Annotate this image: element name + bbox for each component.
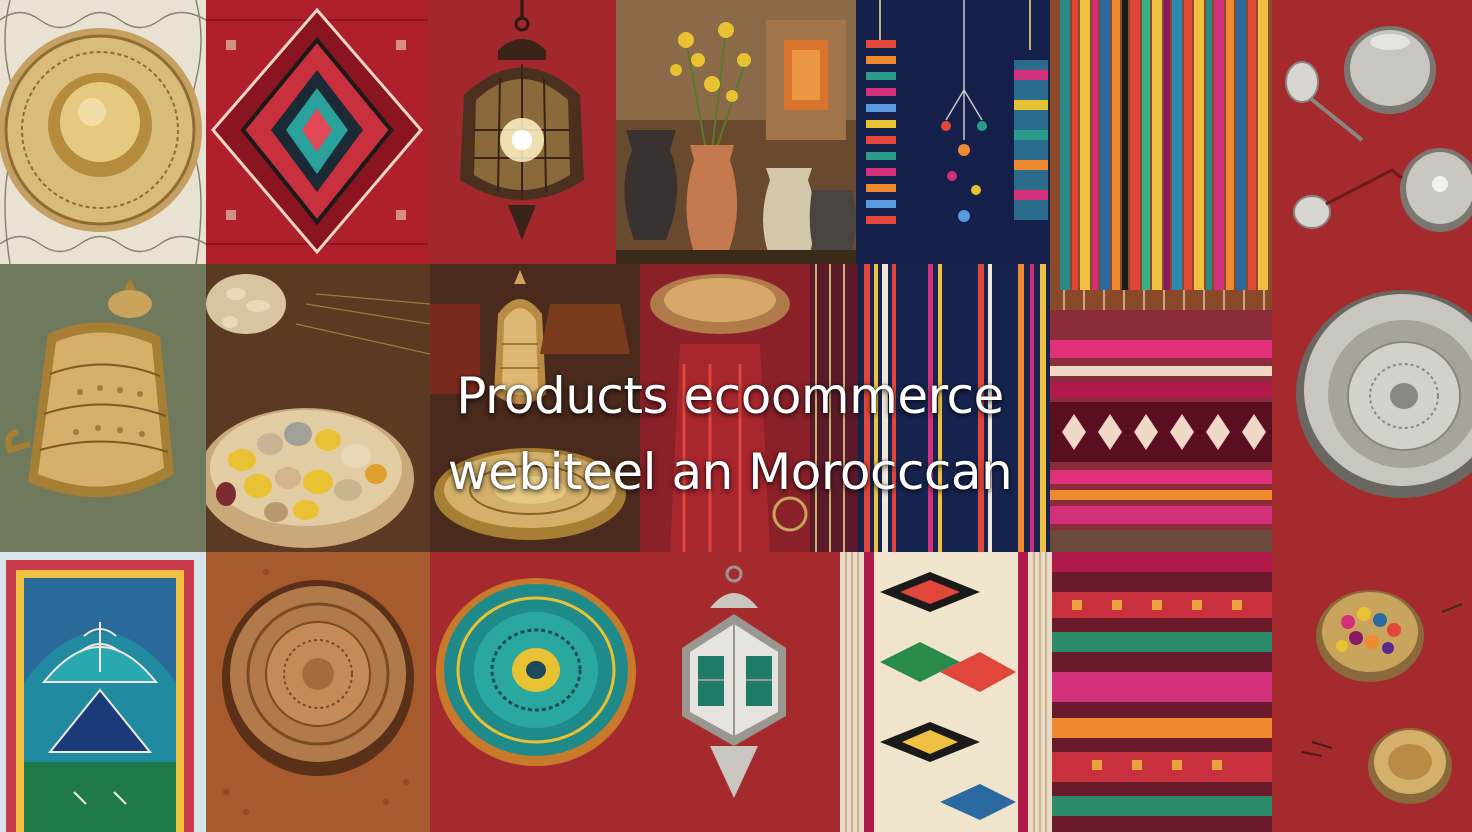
pottery-vases-tile [616,0,856,264]
vase-icon [616,0,856,264]
rug-icon [858,264,1050,552]
spice-bowls-tile [1272,552,1472,832]
silver-bowl-tile [1272,264,1472,552]
tassel-icon [856,0,1050,264]
lantern-icon [428,0,616,264]
brass-tray-tile [0,0,206,264]
pink-woven-rug-tile [1050,310,1272,552]
red-textile-tile [640,264,858,552]
brass-lamps-tile [430,264,640,552]
product-collage: Products ecoommerce webiteel an Moroccca… [0,0,1472,832]
rug-icon [0,552,206,832]
teapot-icon [1272,0,1472,264]
striped-rug-tile [1050,0,1272,310]
spice-bowl-icon [1272,552,1472,832]
woven-basket-tile [206,552,430,832]
brass-tray-icon [0,0,206,264]
lamp-icon [430,264,640,552]
brass-urn-tile [0,264,206,552]
teal-ceramic-plate-tile [430,552,640,832]
fruit-bowl-icon [206,264,430,552]
bowl-icon [1272,264,1472,552]
plate-icon [430,552,640,832]
silver-teaware-tile [1272,0,1472,264]
red-rug-tile [206,0,428,264]
pink-woven-rug-tile [1052,552,1272,832]
basket-icon [206,552,430,832]
rug-icon [1050,0,1272,310]
urn-icon [0,264,206,552]
navy-striped-rug-tile [858,264,1050,552]
hanging-lantern-tile [428,0,616,264]
dried-fruits-tile [206,264,430,552]
lantern-icon [640,552,840,832]
rug-icon [1052,552,1272,832]
rug-icon [206,0,428,264]
hanging-tassels-tile [856,0,1050,264]
rug-icon [840,552,1052,832]
silver-lantern-tile [640,552,840,832]
kilim-rug-tile [840,552,1052,832]
blue-prayer-rug-tile [0,552,206,832]
rug-icon [1050,310,1272,552]
textile-icon [640,264,858,552]
